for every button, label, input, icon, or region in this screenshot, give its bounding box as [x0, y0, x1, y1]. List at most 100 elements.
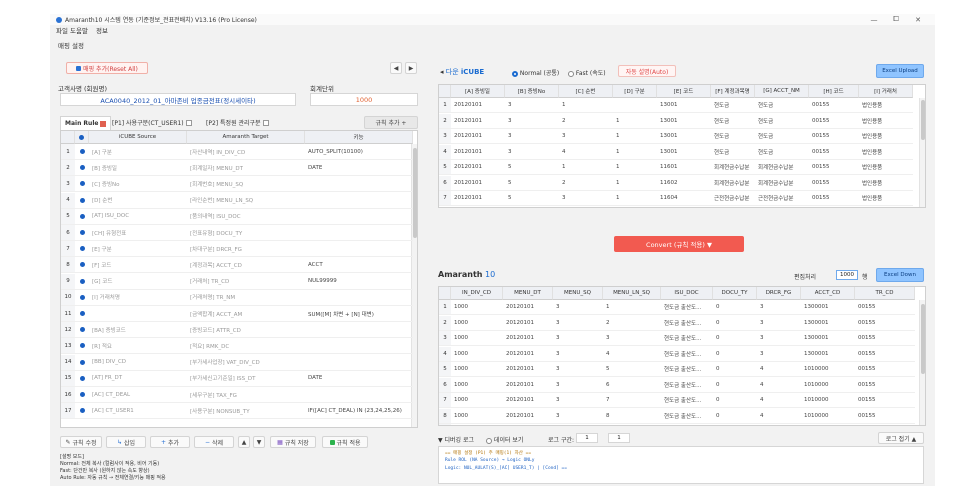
row-select[interactable]	[75, 241, 89, 258]
row-select[interactable]	[75, 306, 89, 322]
prev-arrow-button[interactable]: ◀	[390, 62, 402, 74]
row-select[interactable]	[75, 290, 89, 306]
fiscal-unit-field[interactable]: 1000	[310, 93, 418, 106]
tab-p2-checkbox[interactable]	[262, 119, 269, 126]
row-select[interactable]	[75, 274, 89, 290]
function-select[interactable]	[305, 209, 413, 225]
mode-normal-radio[interactable]	[512, 70, 518, 77]
tab-main-rule-checkbox[interactable]	[100, 120, 107, 127]
debug-log-label[interactable]: ▼ 디버깅 로그	[438, 435, 474, 444]
collapse-log-button[interactable]: 로그 접기 ▲	[878, 432, 924, 444]
target-column-select[interactable]: [차대구분] DRCR_FG	[187, 241, 305, 258]
function-select[interactable]: ACCT	[305, 257, 413, 274]
row-select[interactable]	[75, 160, 89, 177]
source-column-select[interactable]: [G] 코드	[89, 274, 187, 290]
target-column-select[interactable]: [전표유형] DOCU_TY	[187, 225, 305, 241]
mode-fast-option[interactable]: Fast (속도)	[568, 68, 606, 77]
target-column-select[interactable]: [부가세사업장] VAT_DIV_CD	[187, 355, 305, 371]
target-column-select[interactable]: [회계일자] MENU_DT	[187, 160, 305, 177]
edit-rule-button[interactable]: ✎ 규칙 수정	[60, 436, 102, 448]
add-button[interactable]: + 추가	[150, 436, 190, 448]
apply-rule-button[interactable]: 규칙 적용	[322, 436, 368, 448]
detail-view-radio[interactable]	[486, 437, 492, 444]
target-column-select[interactable]: [품의내역] ISU_DOC	[187, 209, 305, 225]
column-header-select[interactable]	[75, 131, 89, 144]
scrollbar-thumb[interactable]	[921, 304, 925, 374]
source-column-select[interactable]: [AC] CT_USER1	[89, 403, 187, 420]
target-column-select[interactable]: [라인순번] MENU_LN_SQ	[187, 193, 305, 209]
save-rule-button[interactable]: ▦ 규칙 저장	[270, 436, 316, 448]
target-column-select[interactable]: [사용구분] NONSUB_TY	[187, 403, 305, 420]
auto-rule-button[interactable]: 자동 설명(Auto)	[618, 65, 676, 77]
function-select[interactable]	[305, 176, 413, 193]
menu-info[interactable]: 정보	[96, 25, 108, 35]
source-column-select[interactable]: [BB] DIV_CD	[89, 355, 187, 371]
source-column-select[interactable]: [I] 거래처명	[89, 290, 187, 306]
add-rule-button[interactable]: 규칙 추가 +	[364, 116, 418, 129]
source-column-select[interactable]: [AC] CT_DEAL	[89, 387, 187, 403]
target-column-select[interactable]: [자산내역] IN_DIV_CD	[187, 144, 305, 160]
page-size-field[interactable]: 1000	[836, 270, 858, 280]
convert-button[interactable]: Convert (규칙 적용) ▼	[614, 236, 744, 252]
delete-button[interactable]: − 삭제	[194, 436, 234, 448]
minimize-button[interactable]: —	[863, 16, 885, 24]
reset-all-button[interactable]: 매핑 추가(Reset All)	[66, 62, 148, 74]
function-select[interactable]	[305, 355, 413, 371]
mode-fast-radio[interactable]	[568, 70, 574, 77]
row-select[interactable]	[75, 338, 89, 355]
excel-upload-button[interactable]: Excel Upload	[876, 64, 924, 78]
row-select[interactable]	[75, 144, 89, 160]
row-select[interactable]	[75, 322, 89, 339]
source-table-scrollbar[interactable]	[919, 98, 925, 207]
tab-main-rule[interactable]: Main Rule	[60, 116, 112, 130]
row-select[interactable]	[75, 209, 89, 225]
insert-button[interactable]: ↳ 삽입	[106, 436, 146, 448]
function-select[interactable]	[305, 322, 413, 339]
function-select[interactable]	[305, 241, 413, 258]
source-column-select[interactable]: [A] 구분	[89, 144, 187, 160]
source-column-select[interactable]: [C] 증빙No	[89, 176, 187, 193]
target-column-select[interactable]: [세무구분] TAX_FG	[187, 387, 305, 403]
row-select[interactable]	[75, 387, 89, 403]
function-select[interactable]: SUM([M] 차변 + [N] 대변)	[305, 306, 413, 322]
tab-p1-checkbox[interactable]	[185, 119, 192, 126]
function-select[interactable]	[305, 387, 413, 403]
target-column-select[interactable]: [금액합계] ACCT_AM	[187, 306, 305, 322]
target-table-scrollbar[interactable]	[919, 300, 925, 425]
maximize-button[interactable]: ⧠	[885, 15, 907, 24]
source-column-select[interactable]: [AT] FR_DT	[89, 371, 187, 387]
target-column-select[interactable]: [적요] RMK_DC	[187, 338, 305, 355]
excel-down-button[interactable]: Excel Down	[876, 268, 924, 282]
menu-file-help[interactable]: 파일 도움말	[56, 25, 88, 35]
source-column-select[interactable]: [R] 적요	[89, 338, 187, 355]
function-select[interactable]: AUTO_SPLIT(10100)	[305, 144, 413, 160]
row-select[interactable]	[75, 371, 89, 387]
scrollbar-thumb[interactable]	[921, 100, 925, 140]
log-range-from[interactable]: 1	[576, 433, 598, 443]
tab-p2-manage[interactable]: [P2] 특정원 관리구분	[206, 118, 269, 127]
row-select[interactable]	[75, 225, 89, 241]
mode-normal-option[interactable]: Normal (공통)	[512, 68, 559, 77]
target-column-select[interactable]: [회계번호] MENU_SQ	[187, 176, 305, 193]
target-column-select[interactable]: [거래처명] TR_NM	[187, 290, 305, 306]
source-column-select[interactable]: [BA] 증빙코드	[89, 322, 187, 339]
source-column-select[interactable]: [AT] ISU_DOC	[89, 209, 187, 225]
function-select[interactable]	[305, 338, 413, 355]
collapse-arrow-icon[interactable]: ◂	[440, 68, 444, 76]
target-column-select[interactable]: [계정과목] ACCT_CD	[187, 257, 305, 274]
target-column-select[interactable]: [거래처] TR_CD	[187, 274, 305, 290]
function-select[interactable]: NUL99999	[305, 274, 413, 290]
row-select[interactable]	[75, 257, 89, 274]
next-arrow-button[interactable]: ▶	[405, 62, 417, 74]
row-select[interactable]	[75, 403, 89, 420]
detail-view-option[interactable]: 데이터 보기	[486, 435, 523, 444]
move-down-button[interactable]: ▼	[253, 436, 265, 448]
target-column-select[interactable]: [증빙코드] ATTR_CD	[187, 322, 305, 339]
function-select[interactable]: DATE	[305, 160, 413, 177]
client-name-field[interactable]: ACA0040_2012_01_아마존비 업종금전표(정시세이타)	[60, 93, 296, 106]
function-select[interactable]	[305, 290, 413, 306]
scrollbar-thumb[interactable]	[413, 148, 417, 238]
close-button[interactable]: ✕	[907, 16, 929, 24]
source-column-select[interactable]: [F] 코드	[89, 257, 187, 274]
source-column-select[interactable]: [E] 구분	[89, 241, 187, 258]
